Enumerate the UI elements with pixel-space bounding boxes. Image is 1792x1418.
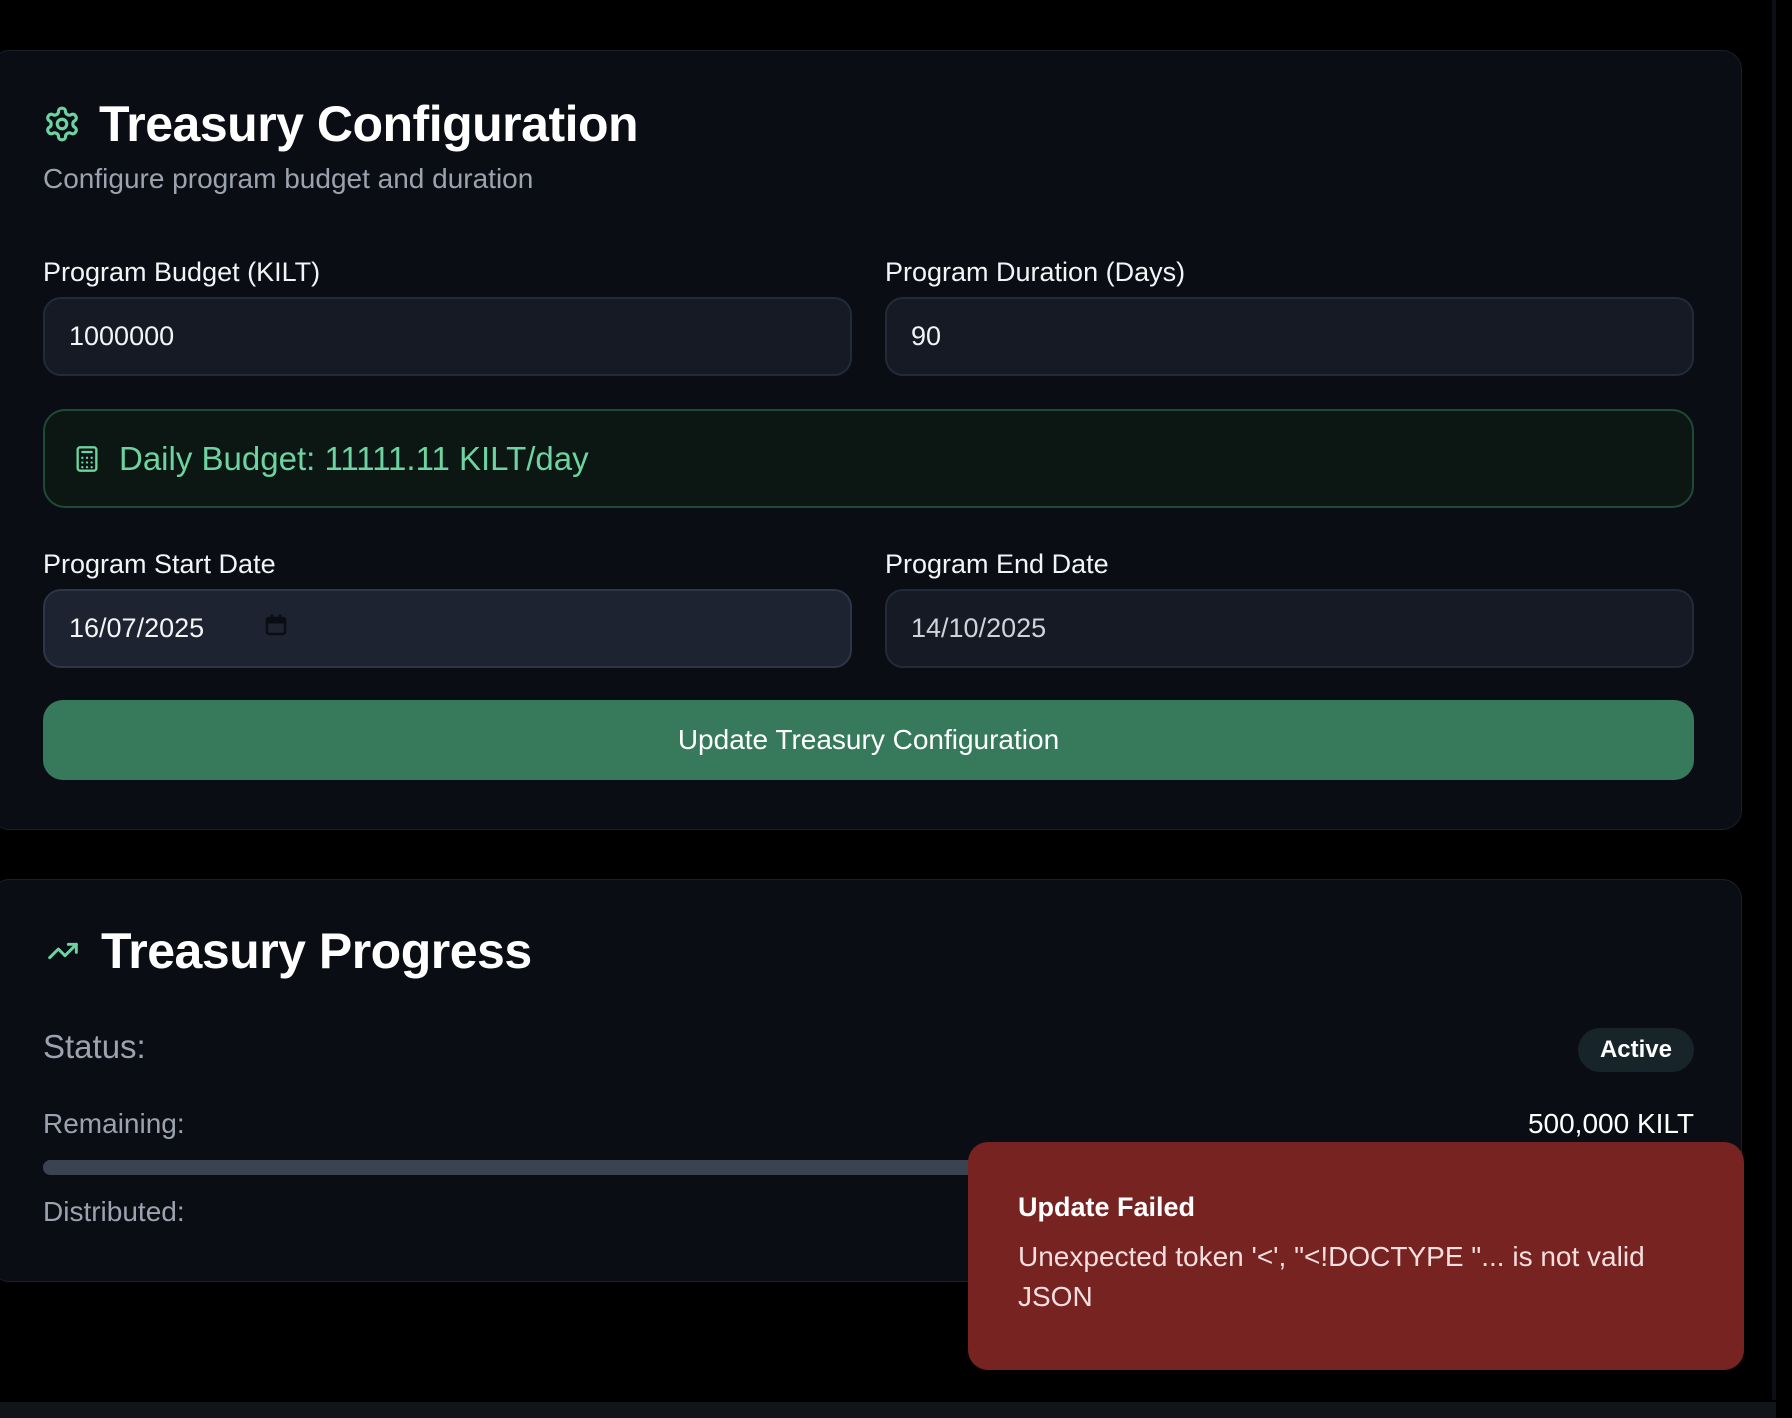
gear-icon	[43, 105, 81, 143]
scrollbar[interactable]	[1772, 0, 1776, 1400]
card-title: Treasury Configuration	[99, 96, 639, 152]
end-date-input: 14/10/2025	[885, 589, 1694, 668]
bottom-edge	[0, 1402, 1776, 1418]
card-subtitle: Configure program budget and duration	[43, 163, 534, 194]
start-date-label: Program Start Date	[43, 549, 276, 579]
daily-budget-text: Daily Budget: 11111.11 KILT/day	[119, 439, 589, 477]
update-configuration-button[interactable]: Update Treasury Configuration	[43, 700, 1694, 780]
start-date-input[interactable]: 16/07/2025	[43, 589, 852, 668]
distributed-label: Distributed:	[43, 1196, 185, 1227]
card-title: Treasury Progress	[101, 923, 532, 979]
duration-label: Program Duration (Days)	[885, 257, 1186, 287]
calendar-icon[interactable]	[264, 612, 288, 645]
status-badge: Active	[1577, 1028, 1694, 1072]
trending-up-icon	[43, 935, 83, 967]
budget-input-value: 1000000	[69, 321, 175, 351]
duration-input[interactable]: 90	[885, 297, 1694, 376]
page: Treasury Configuration Configure program…	[0, 0, 1792, 1418]
treasury-configuration-card: Treasury Configuration Configure program…	[0, 50, 1742, 830]
progress-bar-fill	[43, 1160, 869, 1175]
calculator-icon	[73, 443, 101, 475]
budget-label: Program Budget (KILT)	[43, 257, 321, 287]
remaining-value: 500,000 KILT	[1527, 1108, 1694, 1139]
daily-budget-banner: Daily Budget: 11111.11 KILT/day	[43, 409, 1694, 508]
duration-input-value: 90	[911, 321, 942, 351]
remaining-label: Remaining:	[43, 1108, 185, 1139]
card-header: Treasury Configuration	[43, 95, 639, 153]
toast-title: Update Failed	[1018, 1192, 1196, 1222]
start-date-value: 16/07/2025	[69, 613, 205, 643]
end-date-label: Program End Date	[885, 549, 1109, 579]
status-label: Status:	[43, 1028, 146, 1065]
card-header: Treasury Progress	[43, 922, 532, 980]
budget-input[interactable]: 1000000	[43, 297, 852, 376]
error-toast[interactable]: Update Failed Unexpected token '<', "<!D…	[968, 1142, 1744, 1370]
end-date-value: 14/10/2025	[911, 613, 1047, 643]
toast-message: Unexpected token '<', "<!DOCTYPE "... is…	[1018, 1241, 1645, 1312]
